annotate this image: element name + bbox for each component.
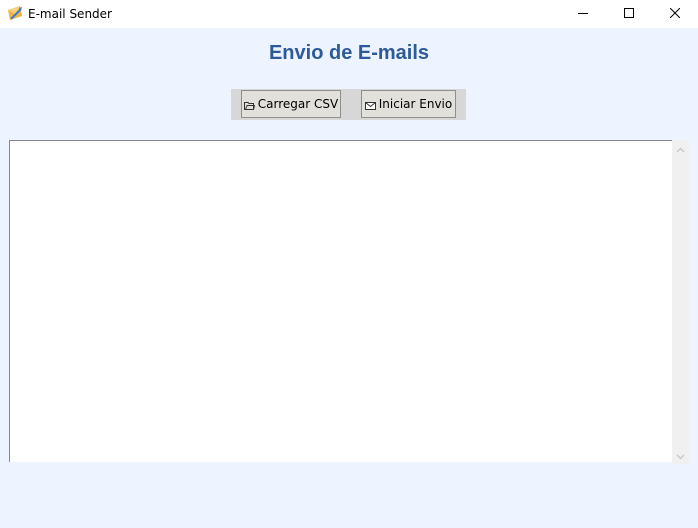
vertical-scrollbar[interactable] (672, 140, 689, 464)
window-title: E-mail Sender (28, 7, 112, 21)
page-title: Envio de E-mails (268, 42, 430, 64)
close-icon (669, 5, 681, 23)
minimize-icon (578, 5, 588, 23)
load-csv-button[interactable]: Carregar CSV (241, 90, 341, 118)
title-bar[interactable]: E-mail Sender (0, 0, 698, 28)
start-send-button[interactable]: Iniciar Envio (361, 90, 456, 118)
toolbar: Carregar CSV Iniciar Envio (231, 89, 466, 120)
load-csv-label: Carregar CSV (257, 97, 339, 111)
start-send-label: Iniciar Envio (378, 97, 453, 111)
maximize-icon (624, 5, 634, 23)
folder-icon (243, 99, 255, 113)
close-button[interactable] (652, 0, 698, 28)
chevron-down-icon (676, 447, 685, 465)
scroll-down-button[interactable] (672, 447, 689, 464)
chevron-up-icon (676, 140, 685, 158)
app-window: E-mail Sender Envio de E-mails Carregar … (0, 0, 698, 528)
envelope-icon (7, 5, 23, 21)
maximize-button[interactable] (606, 0, 652, 28)
minimize-button[interactable] (560, 0, 606, 28)
envelope-icon (364, 99, 376, 113)
scroll-up-button[interactable] (672, 140, 689, 157)
log-textarea[interactable] (9, 140, 672, 462)
